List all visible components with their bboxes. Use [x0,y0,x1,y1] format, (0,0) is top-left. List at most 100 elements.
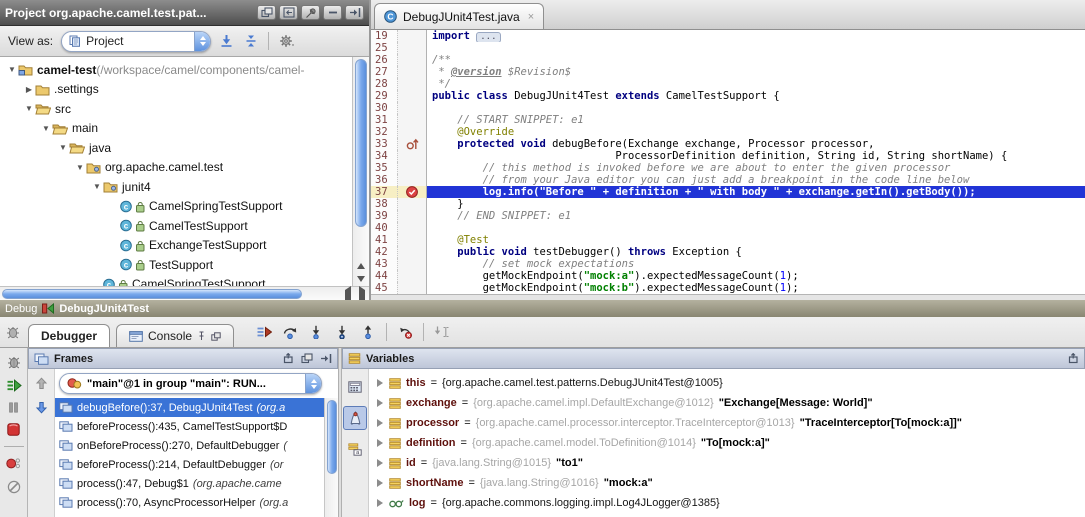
force-step-into-icon[interactable] [334,325,350,339]
tree-closed-arrow-icon[interactable]: ▶ [23,85,35,94]
tree-item[interactable]: ▼junit4 [0,177,352,197]
expand-arrow-icon[interactable] [377,459,383,467]
minimize-button[interactable] [323,5,342,20]
frames-header[interactable]: Frames [28,348,338,369]
tree-item[interactable]: ▼src [0,99,352,119]
breakpoint-icon[interactable] [406,186,418,198]
pause-icon[interactable] [8,402,19,413]
expand-arrow-icon[interactable] [377,379,383,387]
code-text[interactable]: getMockEndpoint("mock:a").expectedMessag… [427,270,1085,282]
thread-selector[interactable]: "main"@1 in group "main": RUN... [59,373,322,394]
expand-arrow-icon[interactable] [377,419,383,427]
float-window-button[interactable] [257,5,276,20]
code-text[interactable] [427,42,1085,54]
tree-open-arrow-icon[interactable]: ▼ [6,65,18,74]
gutter[interactable] [397,66,427,78]
gutter[interactable] [397,234,427,246]
gutter[interactable] [397,114,427,126]
scroll-down-arrow-icon[interactable] [353,272,369,285]
code-text[interactable] [427,222,1085,234]
close-tab-icon[interactable]: × [528,11,534,23]
code-line[interactable]: 28 */ [371,78,1085,90]
restore-icon[interactable] [283,353,294,364]
code-text[interactable]: import ... [427,30,1085,42]
tree-item[interactable]: ▼java [0,138,352,158]
code-line[interactable]: 37 log.info("Before " + definition + " w… [371,186,1085,198]
hide-panel-icon[interactable] [320,353,332,364]
code-line[interactable]: 19import ... [371,30,1085,42]
code-text[interactable] [427,102,1085,114]
mute-breakpoints-icon[interactable] [7,480,21,494]
gutter[interactable] [397,210,427,222]
code-line[interactable]: 32 @Override [371,126,1085,138]
editor-tab[interactable]: C DebugJUnit4Test.java × [374,3,544,29]
code-line[interactable]: 26/** [371,54,1085,66]
gutter[interactable] [397,102,427,114]
gutter[interactable] [397,246,427,258]
code-text[interactable]: getMockEndpoint("mock:b").expectedMessag… [427,282,1085,294]
scroll-left-arrow-icon[interactable] [345,290,351,300]
step-over-icon[interactable] [282,325,298,339]
tree-open-arrow-icon[interactable]: ▼ [57,143,69,152]
stack-frame-row[interactable]: debugBefore():37, DebugJUnit4Test (org.a [55,398,338,417]
gutter[interactable] [397,258,427,270]
pin-button[interactable] [301,5,320,20]
drop-frame-icon[interactable] [397,325,413,339]
code-line[interactable]: 35 // this method is invoked before we a… [371,162,1085,174]
expand-arrow-icon[interactable] [377,499,383,507]
code-line[interactable]: 27 * @version $Revision$ [371,66,1085,78]
code-text[interactable]: ProcessorDefinition definition, String i… [427,150,1085,162]
show-types-button[interactable]: a [343,437,367,461]
frame-up-icon[interactable] [35,377,48,390]
scroll-up-arrow-icon[interactable] [353,259,369,272]
code-text[interactable]: // this method is invoked before we are … [427,162,1085,174]
hide-panel-button[interactable] [345,5,364,20]
tree-item[interactable]: ▼org.apache.camel.test [0,158,352,178]
tree-item[interactable]: ▶.settings [0,80,352,100]
gutter[interactable] [397,162,427,174]
bug-icon[interactable] [7,356,21,369]
run-to-cursor-icon[interactable] [434,325,450,339]
code-line[interactable]: 31 // START SNIPPET: e1 [371,114,1085,126]
stack-frame-row[interactable]: process():47, Debug$1 (org.apache.came [55,474,338,493]
hscroll-thumb[interactable] [2,289,302,299]
code-line[interactable]: 40 [371,222,1085,234]
step-into-icon[interactable] [308,325,324,339]
gutter[interactable] [397,174,427,186]
tree-item[interactable]: cCamelSpringTestSupport [0,275,352,287]
variables-header[interactable]: Variables [342,348,1085,369]
tree-item[interactable]: cTestSupport [0,255,352,275]
code-line[interactable]: 36 // from your Java editor you can just… [371,174,1085,186]
code-text[interactable]: @Override [427,126,1085,138]
dropdown-stepper-icon[interactable] [305,374,321,393]
expand-arrow-icon[interactable] [377,439,383,447]
resume-icon[interactable] [6,379,22,392]
gutter[interactable] [397,90,427,102]
tree-item[interactable]: ▼main [0,119,352,139]
code-line[interactable]: 33 protected void debugBefore(Exchange e… [371,138,1085,150]
pin-tab-icon[interactable] [197,331,206,341]
code-text[interactable]: @Test [427,234,1085,246]
stack-frame-row[interactable]: process():70, AsyncProcessorHelper (org.… [55,493,338,512]
tab-console[interactable]: Console [116,324,234,347]
tree-open-arrow-icon[interactable]: ▼ [23,104,35,113]
tree-item[interactable]: ▼camel-test (/workspace/camel/components… [0,60,352,80]
project-hscrollbar[interactable] [0,286,369,300]
stop-icon[interactable] [7,423,20,436]
gutter[interactable] [397,198,427,210]
gutter[interactable] [397,150,427,162]
variable-row[interactable]: processor = {org.apache.camel.processor.… [369,413,1085,433]
gutter[interactable] [397,30,427,42]
tree-item[interactable]: cCamelTestSupport [0,216,352,236]
frame-down-icon[interactable] [35,401,48,414]
project-title-bar[interactable]: Project org.apache.camel.test.pat... [0,0,369,26]
code-line[interactable]: 38 } [371,198,1085,210]
code-line[interactable]: 44 getMockEndpoint("mock:a").expectedMes… [371,270,1085,282]
project-vscrollbar[interactable] [352,57,369,286]
code-line[interactable]: 43 // set mock expectations [371,258,1085,270]
expand-arrow-icon[interactable] [377,479,383,487]
gutter[interactable] [397,282,427,294]
dock-window-button[interactable] [279,5,298,20]
gutter[interactable] [397,270,427,282]
tree-item[interactable]: cExchangeTestSupport [0,236,352,256]
